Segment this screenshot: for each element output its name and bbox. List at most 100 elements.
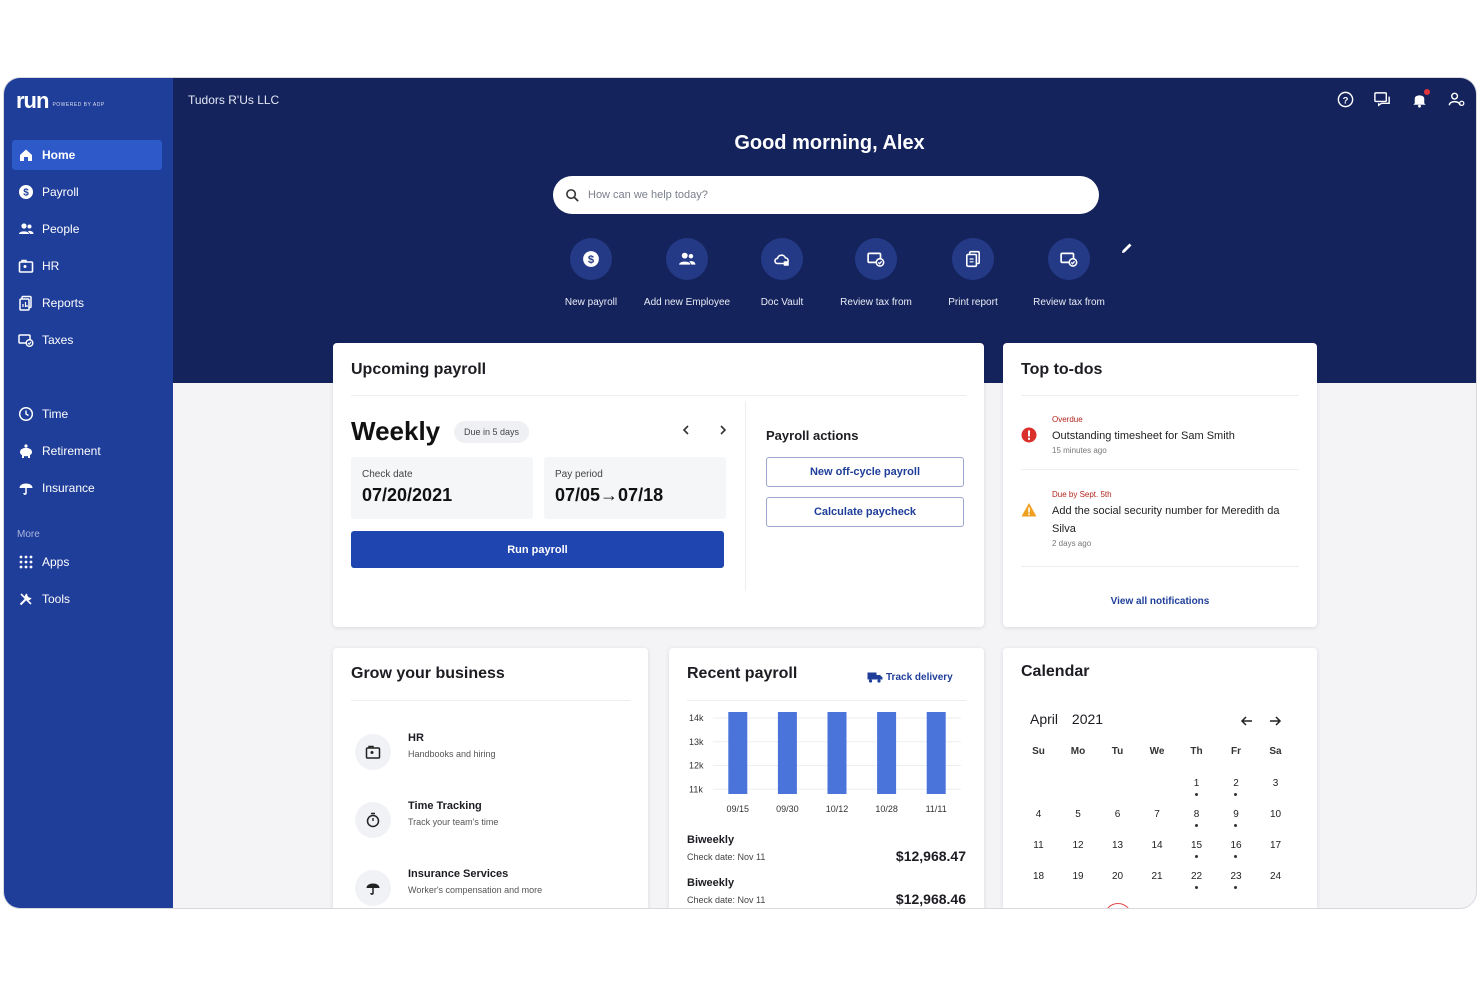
search-bar[interactable] [553, 176, 1099, 214]
quick-action-circle [1048, 238, 1090, 280]
quick-action-circle [855, 238, 897, 280]
top-toolbar: ? [1336, 89, 1466, 109]
divider [1021, 566, 1299, 567]
calendar-day[interactable]: 24 [1256, 871, 1295, 882]
sidebar-item-label: People [42, 222, 80, 236]
payroll-actions-title: Payroll actions [766, 428, 859, 443]
calendar-day[interactable]: 19 [1059, 871, 1098, 882]
calculate-paycheck-button[interactable]: Calculate paycheck [766, 497, 964, 527]
greeting-title: Good morning, Alex [734, 132, 925, 154]
edit-shortcuts-icon[interactable] [1120, 241, 1134, 255]
todo-item[interactable]: Overdue Outstanding timesheet for Sam Sm… [1021, 415, 1301, 471]
calendar-day[interactable]: 2 [1217, 778, 1256, 796]
calendar-day[interactable]: 8 [1177, 809, 1216, 827]
calendar-day[interactable]: 4 [1019, 809, 1058, 820]
chart-bar[interactable] [926, 712, 946, 794]
quick-action-review-tax-2[interactable]: Review tax from [1014, 238, 1124, 308]
calendar-weekday: Sa [1269, 746, 1282, 757]
calendar-day[interactable]: 12 [1059, 840, 1098, 851]
hero-banner: Tudors R'Us LLC ? Good morning, Alex How… [173, 78, 1476, 383]
messages-button[interactable] [1373, 90, 1392, 109]
calendar-day[interactable]: 7 [1138, 809, 1177, 820]
sidebar-item-label: Apps [42, 555, 70, 569]
grow-item-subtitle: Track your team's time [408, 817, 499, 827]
grow-business-card: Grow your business HR Handbooks and hiri… [333, 648, 648, 908]
sidebar-item-insurance[interactable]: Insurance [12, 473, 162, 503]
payroll-row-name: Biweekly [687, 877, 735, 889]
sidebar-item-apps[interactable]: Apps [12, 547, 162, 577]
people-icon [679, 252, 696, 265]
sidebar-item-people[interactable]: People [12, 214, 162, 244]
run-payroll-button[interactable]: Run payroll [351, 531, 724, 568]
calendar-day[interactable]: 1 [1177, 778, 1216, 796]
sidebar-item-label: Reports [42, 296, 85, 310]
grow-item-insurance[interactable]: Insurance Services Worker's compensation… [351, 864, 631, 908]
chart-bar[interactable] [728, 712, 748, 794]
umbrella-icon [19, 483, 33, 495]
grow-item-hr[interactable]: HR Handbooks and hiring [351, 728, 631, 778]
sidebar-item-time[interactable]: Time [12, 399, 162, 429]
search-input[interactable] [588, 189, 1068, 201]
calendar-day[interactable]: 5 [1059, 809, 1098, 820]
quick-action-review-tax[interactable]: Review tax from [821, 238, 931, 308]
help-button[interactable]: ? [1336, 90, 1355, 109]
calendar-day[interactable]: 9 [1217, 809, 1256, 827]
account-button[interactable] [1447, 90, 1466, 109]
sidebar-item-taxes[interactable]: Taxes [12, 325, 162, 355]
calendar-day[interactable]: 10 [1256, 809, 1295, 820]
track-delivery-link[interactable]: Track delivery [867, 671, 953, 683]
grow-item-time-tracking[interactable]: Time Tracking Track your team's time [351, 796, 631, 846]
help-icon: ? [1337, 91, 1354, 108]
calendar-day[interactable]: 20 [1098, 871, 1137, 882]
calendar-day[interactable]: 21 [1138, 871, 1177, 882]
taxes-icon [18, 334, 34, 347]
calendar-day[interactable]: 22 [1177, 871, 1216, 889]
calendar-next-button[interactable] [1268, 714, 1282, 728]
calendar-day[interactable]: 17 [1256, 840, 1295, 851]
previous-payroll-button[interactable] [679, 423, 693, 437]
hr-folder-icon [18, 259, 34, 273]
quick-action-label: Review tax from [1033, 297, 1105, 308]
calendar-prev-button[interactable] [1240, 714, 1254, 728]
next-payroll-button[interactable] [716, 423, 730, 437]
sidebar-item-retirement[interactable]: Retirement [12, 436, 162, 466]
payroll-row-amount: $12,968.47 [895, 848, 966, 864]
calendar-day[interactable]: 23 [1217, 871, 1256, 889]
quick-action-new-payroll[interactable]: $ New payroll [536, 238, 646, 308]
sidebar-item-tools[interactable]: Tools [12, 584, 162, 614]
sidebar-item-home[interactable]: Home [12, 140, 162, 170]
chart-bar[interactable] [827, 712, 847, 794]
calendar-day[interactable]: 11 [1019, 840, 1058, 851]
calendar-weekday: Fr [1231, 746, 1241, 757]
grow-item-subtitle: Worker's compensation and more [408, 885, 543, 895]
y-tick-label: 11k [689, 784, 703, 794]
sidebar-item-label: Home [42, 148, 76, 162]
sidebar-item-hr[interactable]: HR [12, 251, 162, 281]
sidebar-item-payroll[interactable]: $ Payroll [12, 177, 162, 207]
x-tick-label: 09/30 [776, 804, 799, 814]
quick-action-add-employee[interactable]: Add new Employee [632, 238, 742, 308]
calendar-weekday: Su [1032, 746, 1045, 757]
chart-bar[interactable] [877, 712, 897, 794]
calendar-day[interactable]: 16 [1217, 840, 1256, 858]
calendar-day[interactable]: 14 [1138, 840, 1177, 851]
quick-action-label: Print report [948, 297, 998, 308]
new-off-cycle-payroll-button[interactable]: New off-cycle payroll [766, 457, 964, 487]
tools-icon [19, 593, 32, 606]
calendar-day[interactable]: 15 [1177, 840, 1216, 858]
quick-action-print-report[interactable]: Print report [918, 238, 1028, 308]
notifications-button[interactable] [1410, 89, 1430, 109]
calendar-day[interactable]: 3 [1256, 778, 1295, 789]
quick-action-circle [952, 238, 994, 280]
view-all-notifications-link[interactable]: View all notifications [1003, 596, 1317, 607]
calendar-day[interactable]: 13 [1098, 840, 1137, 851]
sidebar-item-reports[interactable]: Reports [12, 288, 162, 318]
sidebar-item-label: Taxes [42, 333, 74, 347]
chart-bar[interactable] [777, 712, 797, 794]
todo-item[interactable]: Due by Sept. 5th Add the social security… [1021, 490, 1301, 560]
error-icon [1021, 427, 1037, 443]
calendar-event-dot [1234, 886, 1237, 889]
due-badge: Due in 5 days [454, 421, 530, 443]
calendar-day[interactable]: 18 [1019, 871, 1058, 882]
calendar-day[interactable]: 6 [1098, 809, 1137, 820]
